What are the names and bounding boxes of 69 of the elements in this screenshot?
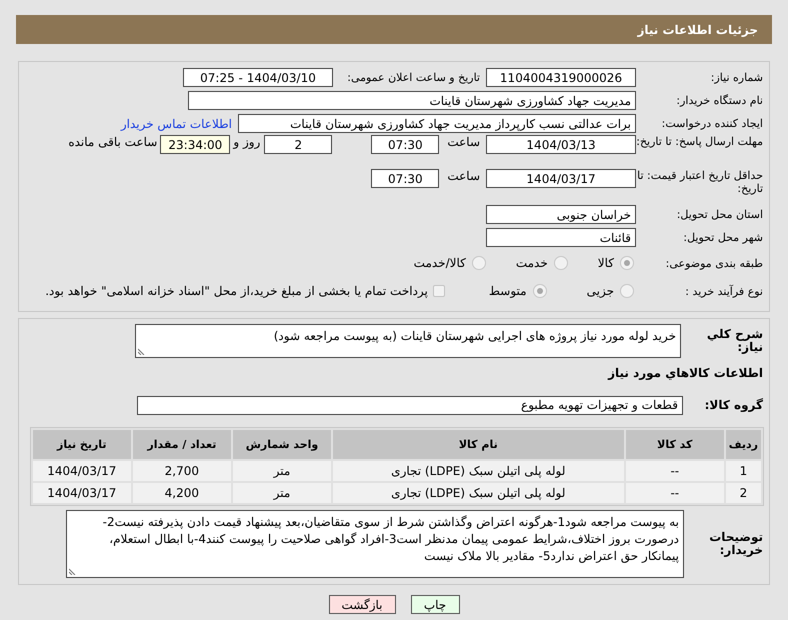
column-header: تاریخ نیاز — [33, 430, 131, 459]
table-cell: متر — [233, 483, 331, 503]
resize-grip-icon — [138, 347, 146, 355]
field-label: طبقه بندی موضوعی: — [664, 256, 764, 270]
radio-label: کالا — [598, 256, 614, 270]
field-label: استان محل تحویل: — [676, 208, 764, 221]
table-cell: 2 — [726, 483, 761, 503]
buyer-org-field[interactable]: مدیریت جهاد کشاورزی شهرستان قاینات — [188, 91, 636, 110]
field-label: تاریخ و ساعت اعلان عمومی: — [346, 71, 481, 84]
buyer-contact-link[interactable]: اطلاعات تماس خریدار — [120, 116, 232, 130]
field-label: حداقل تاریخ اعتبار قیمت: تا تاریخ: — [636, 169, 764, 195]
field-label: شماره نیاز: — [710, 71, 764, 84]
field-label: ایجاد کننده درخواست: — [660, 117, 764, 130]
table-cell: -- — [626, 483, 724, 503]
table-cell: متر — [233, 461, 331, 481]
buyer-notes-textarea[interactable]: به پیوست مراجعه شود1-هرگونه اعتراض وگذاشتن شرط از سوی متقاضیان،بعد پیشنهاد قیمت دادن پذیرفته نیست2-درصورت بروز اختلاف،شرایط عمومی پیمان مدنظر است3-افراد گواهی صلاحیت را پیوست کنند4-با ابطال استعلام، پیمانکار حق اعتراض ندارد5- مقادیر بالا ملاک نیست — [66, 510, 684, 578]
resize-grip-icon — [69, 567, 77, 575]
field-label: نوع فرآیند خرید : — [684, 284, 764, 298]
description-textarea[interactable]: خرید لوله مورد نیاز پروژه های اجرایی شهرستان قاینات (به پیوست مراجعه شود) — [135, 324, 681, 358]
time-field[interactable]: 07:30 — [371, 135, 440, 154]
table-cell: لوله پلی اتیلن سبک (LDPE) تجاری — [332, 483, 624, 503]
table-cell: لوله پلی اتیلن سبک (LDPE) تجاری — [332, 461, 624, 481]
date-field[interactable]: 1404/03/17 — [486, 169, 636, 188]
radio-button[interactable] — [554, 256, 568, 270]
radio-label: متوسط — [488, 284, 527, 298]
province-field[interactable]: خراسان جنوبی — [486, 205, 636, 224]
remaining-label: ساعت باقی مانده — [68, 135, 158, 149]
time-label: ساعت — [447, 169, 480, 183]
table-cell: 1404/03/17 — [33, 483, 131, 503]
remaining-time-field[interactable]: 23:34:00 — [160, 135, 230, 154]
date-field[interactable]: 1404/03/13 — [486, 135, 636, 154]
radio-button[interactable] — [620, 256, 634, 270]
field-label: گروه کالا: — [704, 398, 764, 412]
page-title: جزئیات اطلاعات نیاز — [637, 22, 758, 36]
field-label: توضیحات خریدار: — [708, 531, 764, 557]
field-label: شرح کلي نياز: — [706, 328, 764, 354]
field-label: نام دستگاه خریدار: — [675, 94, 764, 107]
city-field[interactable]: قائنات — [486, 228, 636, 247]
time-field[interactable]: 07:30 — [371, 169, 440, 188]
radio-label: خدمت — [516, 256, 548, 270]
field-label: مهلت ارسال پاسخ: تا تاریخ: — [636, 135, 764, 148]
time-label: ساعت — [447, 135, 480, 149]
column-header: نام کالا — [332, 430, 624, 459]
days-label: روز و — [233, 135, 260, 149]
table-cell: 2,700 — [132, 461, 232, 481]
treasury-label: پرداخت تمام یا بخشی از مبلغ خرید،از محل "اسناد خزانه اسلامی" خواهد بود. — [45, 284, 428, 298]
table-cell: 4,200 — [132, 483, 232, 503]
days-field[interactable]: 2 — [264, 135, 332, 154]
radio-button[interactable] — [472, 256, 486, 270]
column-header: کد کالا — [626, 430, 724, 459]
radio-label: جزیی — [586, 284, 614, 298]
radio-button[interactable] — [620, 284, 634, 298]
announce-date-field[interactable]: 1404/03/10 - 07:25 — [183, 68, 333, 87]
column-header: ردیف — [726, 430, 761, 459]
goods-group-field[interactable]: قطعات و تجهیزات تهویه مطبوع — [137, 396, 683, 414]
section-heading: اطلاعات كالاهاي مورد نياز — [606, 366, 764, 380]
print-button[interactable]: چاپ — [410, 595, 460, 614]
column-header: واحد شمارش — [233, 430, 331, 459]
back-button[interactable]: بازگشت — [328, 595, 396, 614]
field-label: شهر محل تحویل: — [682, 231, 764, 244]
column-header: تعداد / مقدار — [132, 430, 232, 459]
table-cell: -- — [626, 461, 724, 481]
radio-button[interactable] — [532, 284, 547, 298]
requester-field[interactable]: برات عدالتی نسب کارپرداز مدیریت جهاد کشاورزی شهرستان قاینات — [238, 114, 636, 133]
checkbox[interactable] — [432, 285, 445, 297]
table-cell: 1404/03/17 — [33, 461, 131, 481]
need-number-field[interactable]: 1104004319000026 — [486, 68, 636, 87]
radio-label: کالا/خدمت — [414, 256, 466, 270]
table-cell: 1 — [726, 461, 761, 481]
